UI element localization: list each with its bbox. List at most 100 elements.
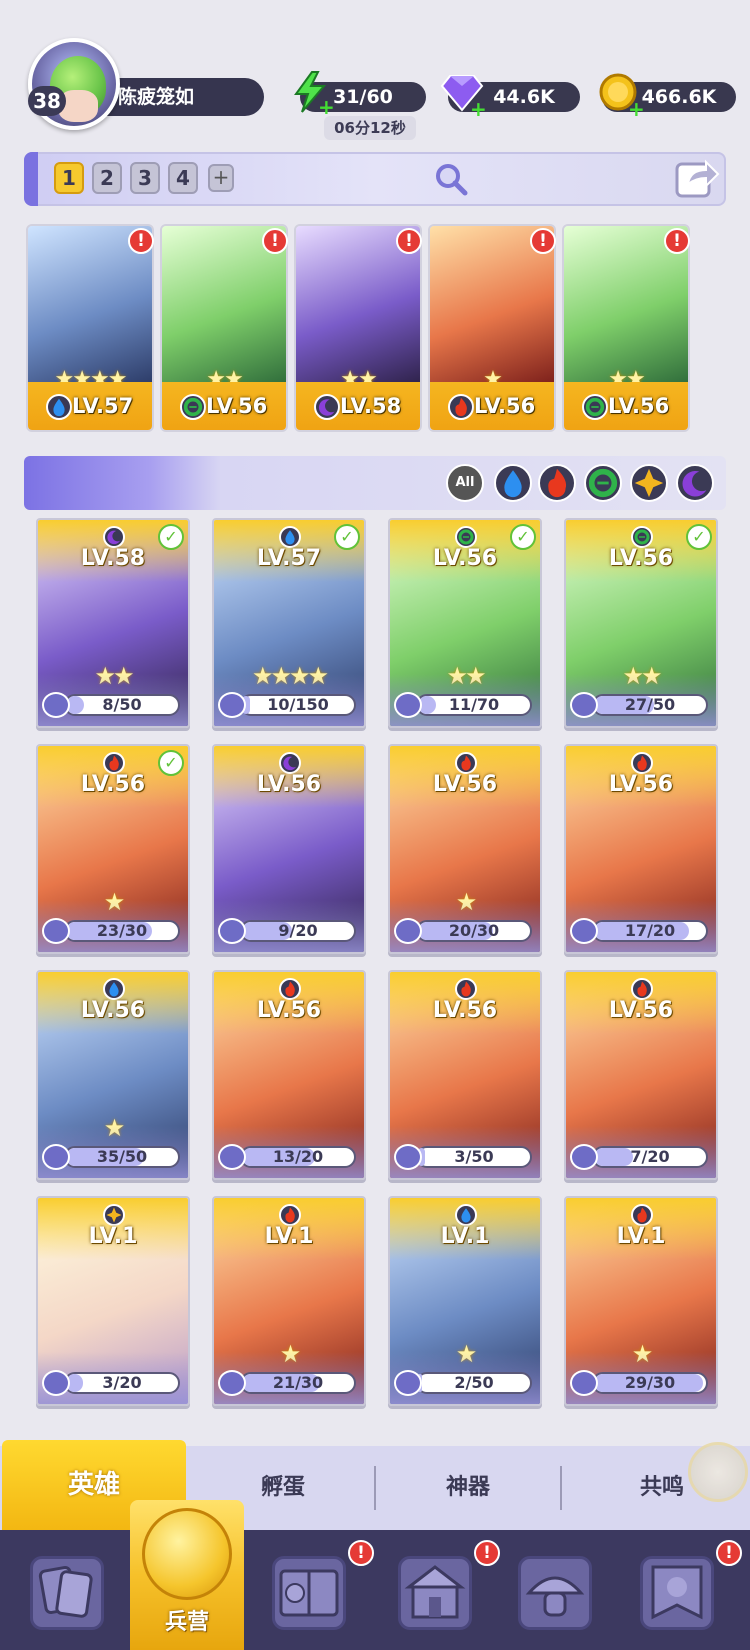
mushroom-nav-icon[interactable] [518,1556,592,1630]
hero-level: LV.1 [264,1224,314,1249]
hero-card[interactable]: LV.56 7/20 [564,970,718,1180]
team-tab-2[interactable]: 2 [92,162,122,194]
shard-icon [218,1144,246,1170]
nature-element-icon [455,526,477,548]
map-alert-badge: ! [348,1540,374,1566]
hero-card[interactable]: ✓ LV.56 ★★ 11/70 [388,518,542,728]
hero-alert-badge: ! [128,228,154,254]
shard-count: 21/30 [272,1373,324,1392]
filter-nature-icon[interactable] [584,464,622,502]
hero-level: LV.58 [340,394,402,418]
map-book-nav-icon[interactable] [272,1556,346,1630]
hero-level: LV.56 [432,546,498,571]
share-icon[interactable] [674,154,720,200]
hero-level: LV.56 [608,772,674,797]
hero-level: LV.56 [608,546,674,571]
fire-element-icon [631,752,653,774]
hero-card[interactable]: LV.1 ★ 29/30 [564,1196,718,1406]
shard-count: 23/30 [96,921,148,940]
filter-fire-icon[interactable] [538,464,576,502]
energy-bolt-icon[interactable]: + [288,70,335,117]
sub-tab-artifact[interactable]: 神器 [376,1446,560,1530]
shard-progress-bar: 27/50 [592,694,708,716]
shard-icon [570,1144,598,1170]
fire-element-icon [455,752,477,774]
shard-count: 3/50 [454,1147,494,1166]
hero-card[interactable]: LV.56 9/20 [212,744,366,954]
shard-progress-bar: 8/50 [64,694,180,716]
team-bar-accent [24,152,38,206]
team-hero-card[interactable]: ★★ LV.56 [562,224,690,432]
shard-progress-bar: 17/20 [592,920,708,942]
filter-dark-icon[interactable] [676,464,714,502]
shard-icon [42,1370,70,1396]
team-hero-card[interactable]: ★★ LV.56 [160,224,288,432]
gem-icon[interactable]: + [440,72,487,119]
shard-icon [394,1144,422,1170]
team-hero-card[interactable]: ★★★★ LV.57 [26,224,154,432]
filter-all-button[interactable]: All [446,464,484,502]
bottom-navigation [0,1530,750,1650]
fire-element-icon [279,1204,301,1226]
shard-count: 10/150 [267,695,329,714]
barracks-nav-label: 兵营 [164,1610,209,1635]
hero-card[interactable]: LV.56 13/20 [212,970,366,1180]
shard-progress-bar: 7/20 [592,1146,708,1168]
water-element-icon [279,526,301,548]
hero-card[interactable]: LV.56 ★ 20/30 [388,744,542,954]
team-tab-1[interactable]: 1 [54,162,84,194]
filter-light-icon[interactable] [630,464,668,502]
hero-card[interactable]: LV.1 ★ 2/50 [388,1196,542,1406]
player-name[interactable]: 陈疲笼如 [96,78,264,116]
nature-element-icon [180,394,206,420]
shard-progress-bar: 35/50 [64,1146,180,1168]
shard-icon [394,1370,422,1396]
hero-alert-badge: ! [530,228,556,254]
add-team-button[interactable]: + [208,164,234,192]
team-tab-3[interactable]: 3 [130,162,160,194]
castle-nav-icon[interactable] [398,1556,472,1630]
shard-count: 2/50 [454,1373,494,1392]
hero-level: LV.58 [80,546,146,571]
castle-alert-badge: ! [474,1540,500,1566]
fire-element-icon [279,978,301,1000]
hero-level: LV.56 [474,394,536,418]
shard-count: 7/20 [630,1147,670,1166]
shard-icon [42,918,70,944]
hero-level: LV.57 [72,394,134,418]
hero-level: LV.56 [432,998,498,1023]
cards-nav-icon[interactable] [30,1556,104,1630]
team-hero-card[interactable]: ★ LV.56 [428,224,556,432]
hero-card[interactable]: LV.56 3/50 [388,970,542,1180]
shard-progress-bar: 29/30 [592,1372,708,1394]
filter-water-icon[interactable] [494,464,532,502]
hero-level: LV.56 [206,394,268,418]
hero-card[interactable]: ✓ LV.57 ★★★★ 10/150 [212,518,366,728]
hero-card[interactable]: LV.56 17/20 [564,744,718,954]
player-avatar[interactable] [28,38,120,130]
hero-level: LV.56 [608,394,670,418]
search-icon[interactable] [434,162,468,196]
hero-level: LV.56 [608,998,674,1023]
hero-card[interactable]: LV.1 ★ 21/30 [212,1196,366,1406]
team-hero-card[interactable]: ★★ LV.58 [294,224,422,432]
gold-coin-icon[interactable]: + [598,72,645,119]
shard-count: 29/30 [624,1373,676,1392]
compass-icon[interactable] [688,1442,748,1502]
shard-count: 13/20 [272,1147,324,1166]
hero-card[interactable]: LV.56 ★ 35/50 [36,970,190,1180]
barracks-icon [142,1508,232,1600]
shard-icon [218,1370,246,1396]
shard-progress-bar: 2/50 [416,1372,532,1394]
shard-icon [570,692,598,718]
hero-card[interactable]: LV.1 3/20 [36,1196,190,1406]
hero-card[interactable]: ✓ LV.56 ★★ 27/50 [564,518,718,728]
fire-element-icon [448,394,474,420]
hero-card[interactable]: ✓ LV.58 ★★ 8/50 [36,518,190,728]
shard-count: 20/30 [448,921,500,940]
hero-card[interactable]: ✓ LV.56 ★ 23/30 [36,744,190,954]
guild-banner-nav-icon[interactable] [640,1556,714,1630]
water-element-icon [455,1204,477,1226]
shard-icon [394,918,422,944]
team-tab-4[interactable]: 4 [168,162,198,194]
